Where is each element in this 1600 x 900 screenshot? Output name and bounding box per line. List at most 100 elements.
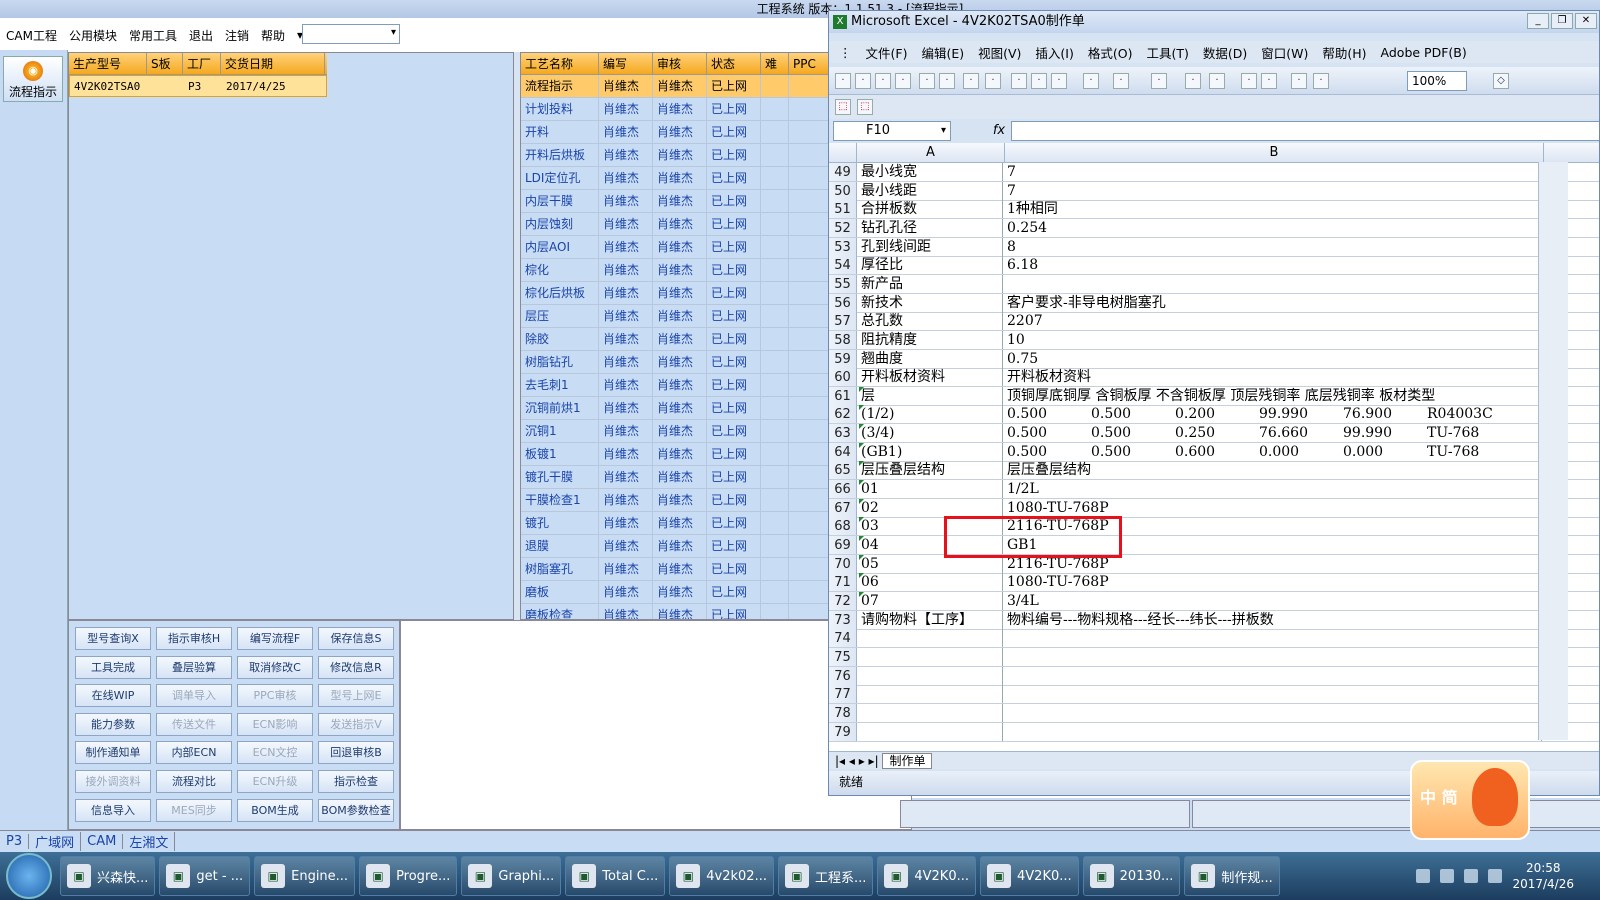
app-combo-box[interactable] bbox=[302, 24, 400, 44]
sheet-row[interactable]: 71 06 1080-TU-768P bbox=[829, 573, 1599, 593]
taskbar-button[interactable]: ▣ 制作规... bbox=[1184, 856, 1280, 896]
cell-a[interactable]: 层 bbox=[859, 386, 1003, 405]
sheet-row[interactable]: 49 最小线宽 7 bbox=[829, 163, 1599, 182]
sheet-row[interactable]: 50 最小线距 7 bbox=[829, 181, 1599, 201]
excel-menu-item[interactable]: 文件(F) bbox=[866, 43, 908, 62]
copy-icon[interactable]: · bbox=[1031, 73, 1047, 89]
cell-a[interactable]: 翘曲度 bbox=[859, 349, 1003, 368]
column-a-header[interactable]: A bbox=[857, 143, 1005, 163]
sheet-row[interactable]: 51 合拼板数 1种相同 bbox=[829, 200, 1599, 220]
formula-bar[interactable] bbox=[1011, 121, 1599, 141]
row-number[interactable]: 75 bbox=[829, 647, 857, 666]
cell-b[interactable] bbox=[1005, 629, 1542, 648]
table-row[interactable]: 层压 肖维杰 肖维杰 已上网 bbox=[521, 305, 829, 328]
excel-menu-item[interactable]: 视图(V) bbox=[978, 43, 1021, 62]
taskbar-button[interactable]: ▣ Total C... bbox=[565, 856, 666, 896]
cell-b[interactable]: 顶铜厚底铜厚 含铜板厚 不含铜板厚 顶层残铜率 底层残铜率 板材类型 bbox=[1005, 386, 1542, 405]
app-menu-item[interactable]: 退出 bbox=[189, 27, 213, 44]
sheet-row[interactable]: 75 bbox=[829, 647, 1599, 667]
taskbar-button[interactable]: ▣ Engine... bbox=[254, 856, 356, 896]
cell-b[interactable]: 3/4L bbox=[1005, 591, 1542, 610]
research-icon[interactable]: · bbox=[985, 73, 1001, 89]
sheet-row[interactable]: 78 bbox=[829, 703, 1599, 723]
tray-icon[interactable] bbox=[1440, 869, 1455, 883]
app-menu-item[interactable]: 公用模块 bbox=[69, 27, 117, 44]
column-header[interactable]: 生产型号 bbox=[69, 53, 147, 74]
table-row[interactable]: 磨板 肖维杰 肖维杰 已上网 bbox=[521, 581, 829, 604]
cell-a[interactable]: 06 bbox=[859, 573, 1003, 592]
cell-a[interactable] bbox=[859, 703, 1003, 722]
spreadsheet-grid[interactable]: A B 49 最小线宽 7 50 最小线距 7 51 合拼板数 1种相同 52 钻孔孔径 0.254 5… bbox=[829, 143, 1599, 751]
network-icon[interactable] bbox=[1464, 869, 1479, 883]
sheet-row[interactable]: 64 (GB1) 0.500 0.500 0.600 0.000 0.000 TU-768 bbox=[829, 442, 1599, 462]
sheet-row[interactable]: 76 bbox=[829, 666, 1599, 686]
table-row[interactable]: 4V2K02TSA0 P3 2017/4/25 bbox=[69, 75, 327, 97]
table-row[interactable]: 沉铜前烘1 肖维杰 肖维杰 已上网 bbox=[521, 397, 829, 420]
taskbar-button[interactable]: ▣ Graphi... bbox=[461, 856, 562, 896]
sheet-row[interactable]: 65 层压叠层结构 层压叠层结构 bbox=[829, 461, 1599, 481]
table-row[interactable]: 镀孔 肖维杰 肖维杰 已上网 bbox=[521, 512, 829, 535]
action-button[interactable]: 修改信息R bbox=[318, 655, 394, 679]
fx-icon[interactable]: fx bbox=[989, 121, 1009, 141]
table-row[interactable]: 棕化后烘板 肖维杰 肖维杰 已上网 bbox=[521, 282, 829, 305]
action-button[interactable]: 流程对比 bbox=[156, 770, 232, 793]
cell-a[interactable]: 合拼板数 bbox=[859, 200, 1003, 219]
excel-menu-item[interactable]: 数据(D) bbox=[1203, 43, 1247, 62]
sheet-row[interactable]: 55 新产品 bbox=[829, 274, 1599, 294]
row-number[interactable]: 76 bbox=[829, 666, 857, 685]
taskbar-button[interactable]: ▣ 工程系... bbox=[777, 856, 874, 896]
name-box[interactable]: F10 bbox=[833, 121, 951, 141]
row-number[interactable]: 68 bbox=[829, 517, 857, 536]
row-number[interactable]: 79 bbox=[829, 722, 857, 741]
cell-a[interactable]: 最小线宽 bbox=[859, 163, 1003, 181]
taskbar-button[interactable]: ▣ 4V2K0... bbox=[877, 856, 977, 896]
taskbar-button[interactable]: ▣ 4v2k02... bbox=[669, 856, 774, 896]
excel-menu-item[interactable]: Adobe PDF(B) bbox=[1381, 45, 1467, 60]
column-header[interactable]: 编写 bbox=[599, 53, 653, 74]
sheet-nav-icons[interactable]: |◂ ◂ ▸ ▸| bbox=[829, 754, 879, 768]
restore-icon[interactable]: ❐ bbox=[1551, 13, 1573, 29]
row-number[interactable]: 67 bbox=[829, 498, 857, 517]
cell-a[interactable]: 最小线距 bbox=[859, 181, 1003, 200]
taskbar-button[interactable]: ▣ get - ... bbox=[159, 856, 251, 896]
pdf-icon[interactable]: ⬚ bbox=[835, 99, 851, 115]
row-number[interactable]: 72 bbox=[829, 591, 857, 610]
new-icon[interactable]: · bbox=[835, 73, 851, 89]
cell-a[interactable] bbox=[859, 722, 1003, 741]
cell-a[interactable]: (3/4) bbox=[859, 424, 1003, 443]
cell-a[interactable]: 阻抗精度 bbox=[859, 330, 1003, 349]
row-number[interactable]: 49 bbox=[829, 163, 857, 181]
sheet-row[interactable]: 79 bbox=[829, 722, 1599, 742]
start-button[interactable] bbox=[6, 853, 52, 899]
column-header[interactable]: 工艺名称 bbox=[521, 53, 599, 74]
sheet-row[interactable]: 73 请购物料【工序】 物料编号---物料规格---经长---纬长---拼板数 bbox=[829, 610, 1599, 630]
pdf-email-icon[interactable]: ⬚ bbox=[857, 99, 873, 115]
sheet-row[interactable]: 57 总孔数 2207 bbox=[829, 312, 1599, 332]
cell-b[interactable]: 8 bbox=[1005, 237, 1542, 256]
action-button[interactable]: 叠层验算 bbox=[156, 655, 232, 679]
column-header[interactable]: 交货日期 bbox=[221, 53, 325, 74]
row-number[interactable]: 69 bbox=[829, 536, 857, 554]
table-row[interactable]: LDI定位孔 肖维杰 肖维杰 已上网 bbox=[521, 167, 829, 190]
table-row[interactable]: 棕化 肖维杰 肖维杰 已上网 bbox=[521, 259, 829, 282]
flow-indicator-button[interactable]: ◉ 流程指示 bbox=[3, 56, 63, 102]
row-number[interactable]: 54 bbox=[829, 256, 857, 275]
cell-b[interactable] bbox=[1005, 274, 1542, 293]
app-menu-item[interactable]: 帮助 bbox=[261, 27, 285, 44]
table-row[interactable]: 流程指示 肖维杰 肖维杰 已上网 bbox=[521, 75, 829, 98]
sheet-row[interactable]: 54 厚径比 6.18 bbox=[829, 256, 1599, 276]
cell-b[interactable]: 0.254 bbox=[1005, 218, 1542, 237]
print-icon[interactable]: · bbox=[919, 73, 935, 89]
row-number[interactable]: 61 bbox=[829, 386, 857, 405]
permission-icon[interactable]: · bbox=[895, 73, 911, 89]
sheet-row[interactable]: 72 07 3/4L bbox=[829, 591, 1599, 611]
action-button[interactable]: 指示检查 bbox=[318, 770, 394, 793]
select-all-corner[interactable] bbox=[829, 143, 857, 163]
redo-icon[interactable]: · bbox=[1151, 73, 1167, 89]
cell-a[interactable]: 层压叠层结构 bbox=[859, 461, 1003, 480]
row-number[interactable]: 60 bbox=[829, 368, 857, 387]
minimize-icon[interactable]: _ bbox=[1527, 13, 1549, 29]
cell-a[interactable]: 07 bbox=[859, 591, 1003, 610]
table-row[interactable]: 开料后烘板 肖维杰 肖维杰 已上网 bbox=[521, 144, 829, 167]
cell-b[interactable]: 7 bbox=[1005, 163, 1542, 181]
